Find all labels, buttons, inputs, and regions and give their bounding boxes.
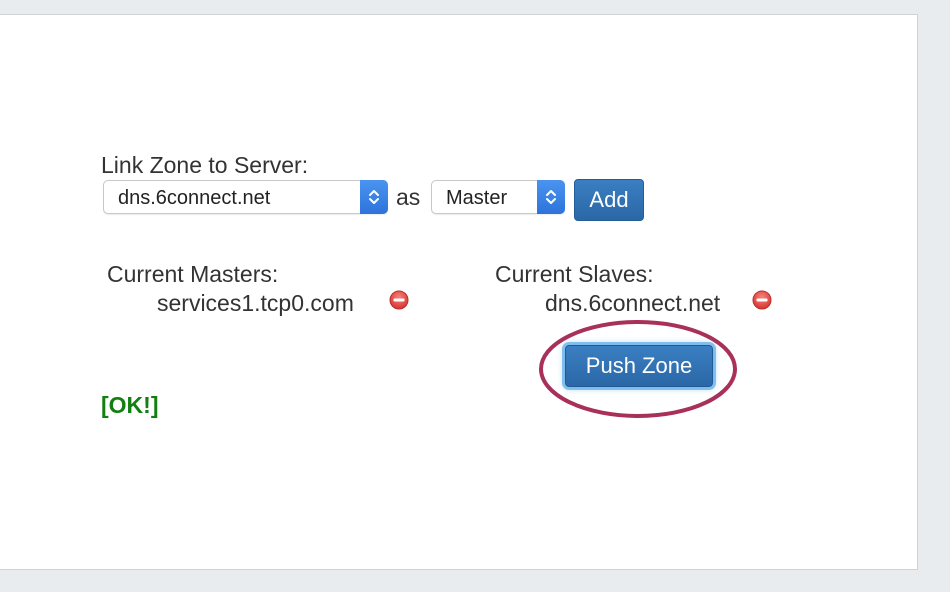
select-arrows-icon (537, 180, 565, 214)
select-arrows-icon (360, 180, 388, 214)
content-panel (0, 14, 918, 570)
role-select-value: Master (446, 187, 508, 209)
server-select-value: dns.6connect.net (118, 187, 271, 209)
push-zone-button[interactable]: Push Zone (565, 345, 713, 387)
add-button[interactable]: Add (574, 179, 644, 221)
master-server-name: services1.tcp0.com (157, 290, 354, 316)
slave-server-name: dns.6connect.net (545, 290, 721, 316)
remove-master-icon[interactable] (389, 290, 409, 310)
server-select[interactable]: dns.6connect.net (103, 180, 388, 214)
as-label: as (396, 184, 421, 210)
role-select[interactable]: Master (431, 180, 565, 214)
link-zone-label: Link Zone to Server: (101, 152, 309, 178)
remove-slave-icon[interactable] (752, 290, 772, 310)
current-masters-heading: Current Masters: (107, 261, 279, 287)
status-ok-text: [OK!] (101, 392, 159, 418)
current-slaves-heading: Current Slaves: (495, 261, 654, 287)
